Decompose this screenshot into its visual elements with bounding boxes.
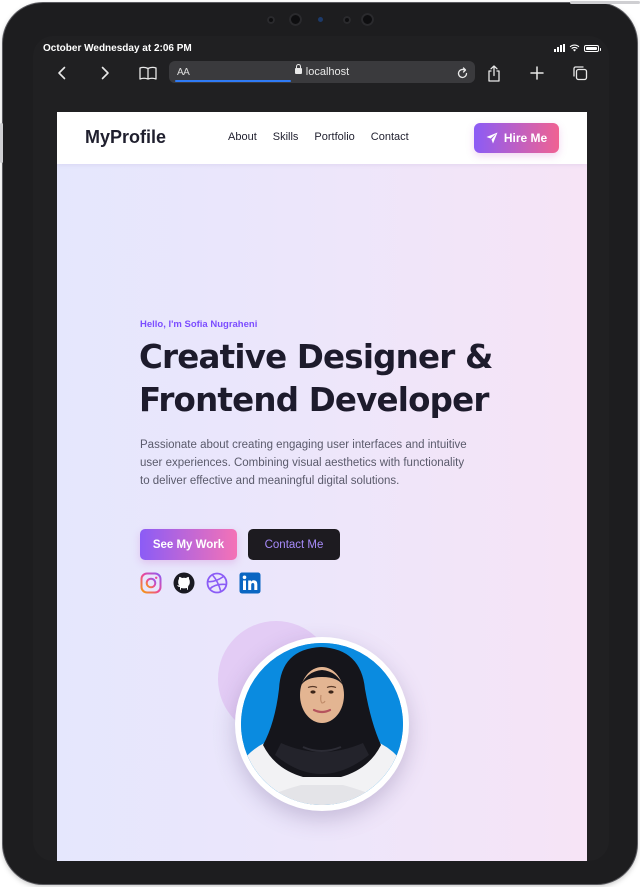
hero-title: Creative Designer & Frontend Developer [139, 336, 539, 422]
profile-photo-frame [235, 637, 409, 811]
url-text: localhost [169, 64, 475, 78]
new-tab-button[interactable] [522, 58, 552, 88]
volume-button [0, 123, 3, 163]
nav-contact[interactable]: Contact [371, 131, 409, 143]
browser-toolbar: AA localhost [33, 58, 609, 88]
instagram-icon[interactable] [140, 572, 162, 594]
camera-lens-icon [318, 17, 323, 22]
site-logo[interactable]: MyProfile [85, 127, 166, 148]
sensor-icon [267, 16, 275, 24]
share-icon [488, 64, 500, 82]
battery-icon [584, 44, 601, 52]
cellular-signal-icon [554, 44, 565, 52]
camera-icon [289, 13, 302, 26]
github-icon[interactable] [173, 572, 195, 594]
sensor-icon [343, 16, 351, 24]
book-icon [139, 66, 157, 80]
page-load-progress [175, 80, 291, 82]
nav-skills[interactable]: Skills [273, 131, 299, 143]
back-button[interactable] [47, 58, 77, 88]
reload-icon [457, 67, 468, 79]
profile-photo [241, 643, 403, 805]
tablet-frame: October Wednesday at 2:06 PM AA localhos… [0, 1, 640, 884]
address-bar[interactable]: AA localhost [169, 61, 475, 83]
paper-plane-icon [486, 132, 498, 144]
chevron-left-icon [58, 66, 66, 80]
forward-button[interactable] [90, 58, 120, 88]
camera-bar [3, 13, 637, 27]
url-value: localhost [305, 66, 350, 78]
hero-greeting: Hello, I'm Sofia Nugraheni [140, 319, 258, 330]
hero-title-line-2: Frontend Developer [139, 381, 489, 419]
camera-icon [361, 13, 374, 26]
wifi-icon [569, 44, 580, 52]
chevron-right-icon [101, 66, 109, 80]
status-icons [554, 44, 601, 52]
status-bar: October Wednesday at 2:06 PM [33, 36, 609, 58]
tabs-button[interactable] [565, 58, 595, 88]
reload-button[interactable] [456, 65, 469, 84]
share-button[interactable] [479, 58, 509, 88]
screen: October Wednesday at 2:06 PM AA localhos… [33, 36, 609, 861]
portrait-illustration [241, 643, 403, 805]
nav-about[interactable]: About [228, 131, 257, 143]
site-nav: About Skills Portfolio Contact [228, 131, 409, 143]
tabs-icon [573, 66, 588, 81]
dribbble-icon[interactable] [206, 572, 228, 594]
contact-me-button[interactable]: Contact Me [248, 529, 340, 560]
power-button [570, 1, 640, 4]
nav-portfolio[interactable]: Portfolio [314, 131, 354, 143]
status-time: October Wednesday at 2:06 PM [43, 43, 192, 54]
hire-me-button[interactable]: Hire Me [474, 123, 559, 153]
hero-description: Passionate about creating engaging user … [140, 439, 467, 487]
plus-icon [530, 66, 544, 80]
hire-me-label: Hire Me [503, 131, 548, 145]
bookmarks-button[interactable] [133, 58, 163, 88]
lock-icon [294, 64, 302, 74]
social-links [140, 572, 261, 594]
webpage: MyProfile About Skills Portfolio Contact… [57, 112, 587, 861]
hero-title-line-1: Creative Designer & [139, 338, 493, 376]
linkedin-icon[interactable] [239, 572, 261, 594]
see-my-work-button[interactable]: See My Work [140, 529, 237, 560]
site-header: MyProfile About Skills Portfolio Contact… [57, 112, 587, 164]
